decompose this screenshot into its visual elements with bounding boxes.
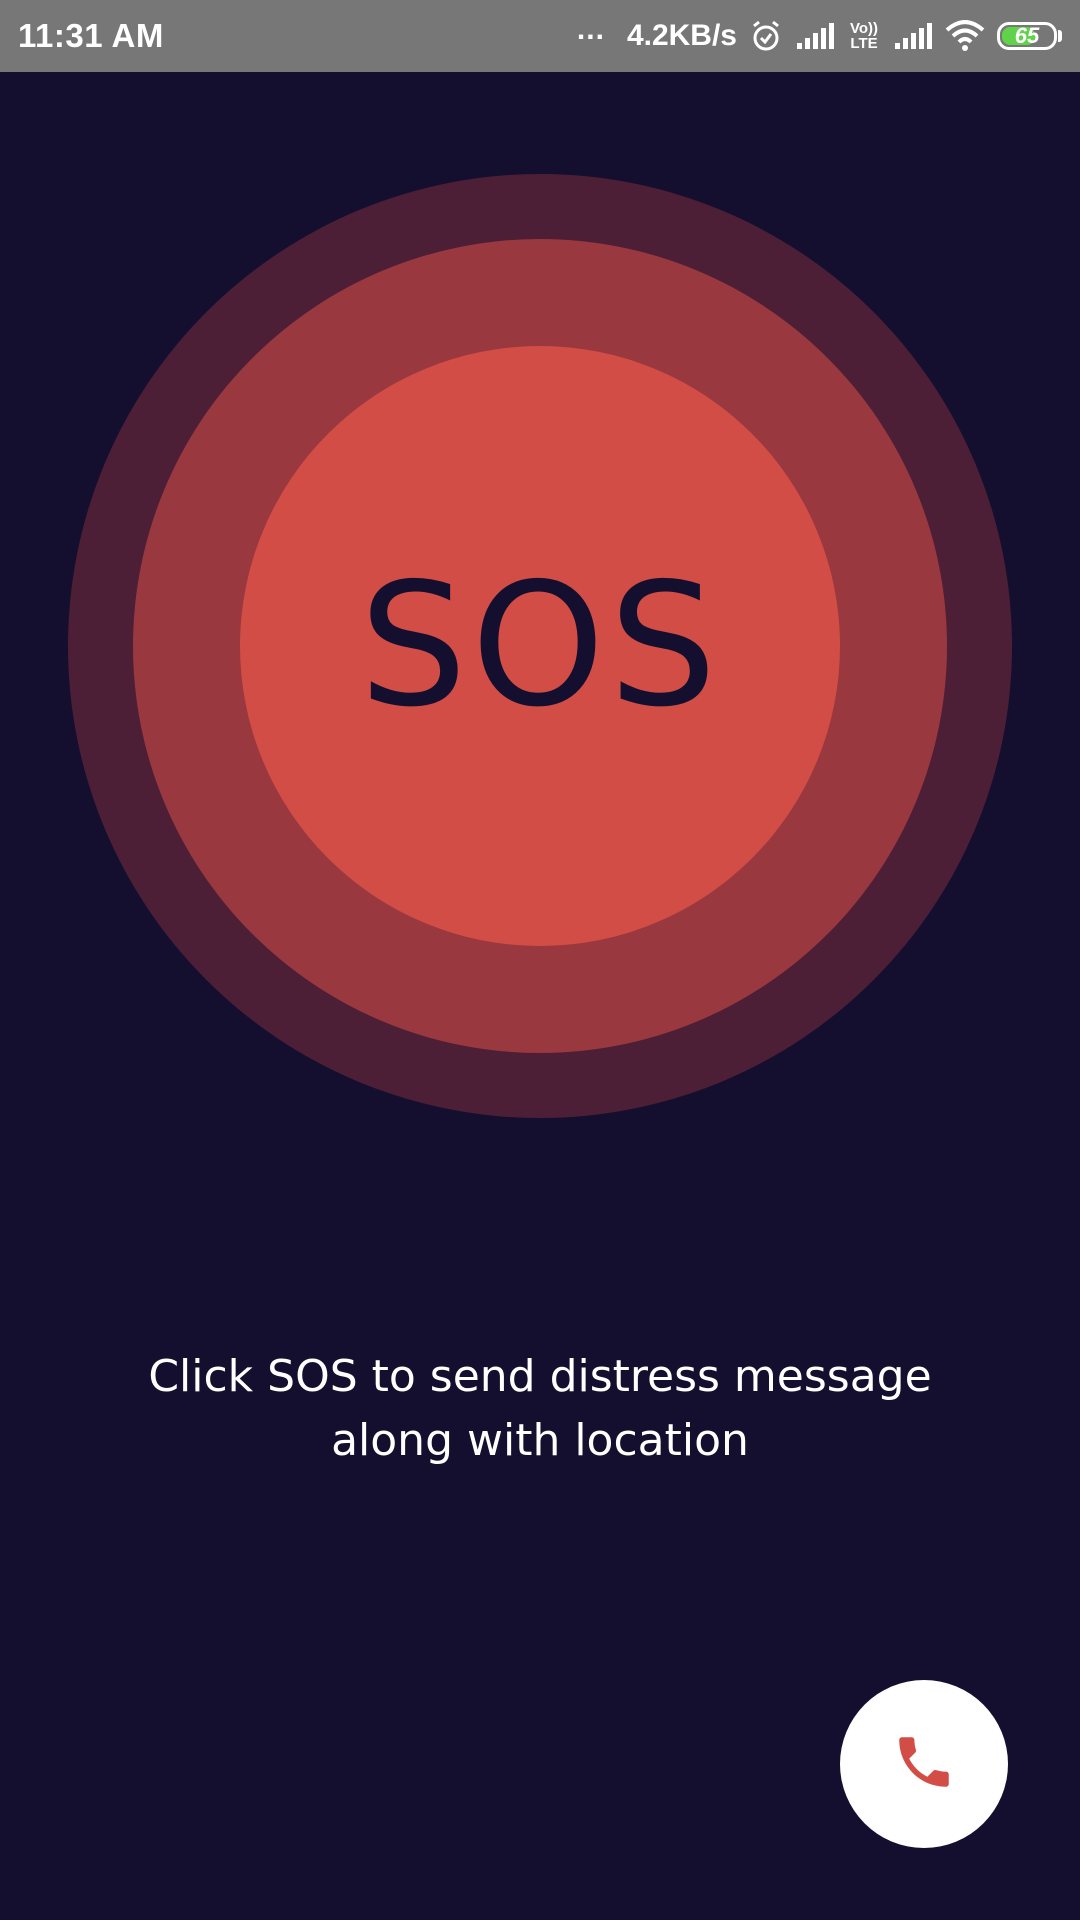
- status-bar: 11:31 AM ... 4.2KB/s Vo)) LTE 65: [0, 0, 1080, 72]
- instruction-line-1: Click SOS to send distress message: [148, 1351, 932, 1402]
- sos-label: SOS: [359, 547, 721, 745]
- signal-icon: [893, 21, 933, 51]
- call-button[interactable]: [840, 1680, 1008, 1848]
- network-speed: 4.2KB/s: [626, 19, 737, 52]
- sos-button[interactable]: SOS: [240, 346, 840, 946]
- wifi-icon: [945, 20, 985, 52]
- status-icons: ... 4.2KB/s Vo)) LTE 65: [577, 13, 1062, 53]
- volte-icon: Vo)) LTE: [849, 20, 879, 52]
- instruction-line-2: along with location: [331, 1415, 749, 1466]
- phone-icon: [891, 1729, 957, 1800]
- more-dots-icon: ...: [576, 13, 605, 46]
- alarm-icon: [749, 19, 783, 53]
- battery-icon: 65: [997, 22, 1062, 50]
- signal-icon: [795, 21, 835, 51]
- battery-level: 65: [1014, 23, 1040, 48]
- instruction-text: Click SOS to send distress message along…: [90, 1345, 990, 1473]
- status-time: 11:31 AM: [18, 17, 164, 54]
